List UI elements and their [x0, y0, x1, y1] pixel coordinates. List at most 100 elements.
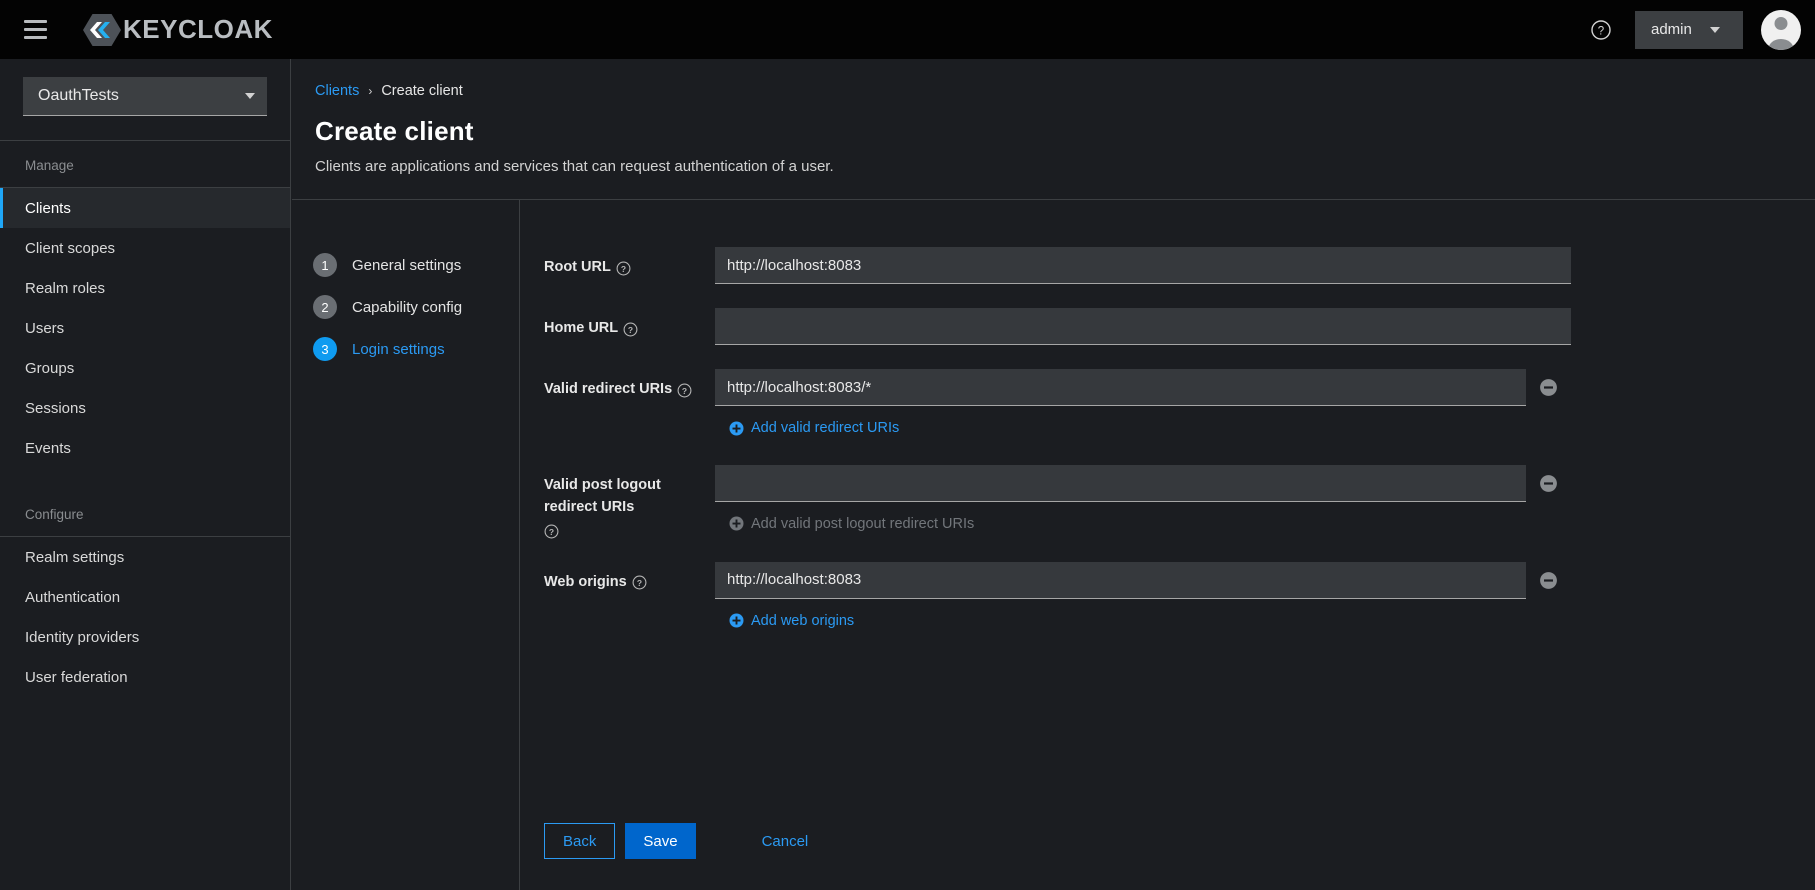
keycloak-logo-icon [83, 11, 121, 49]
wizard-step-login-settings[interactable]: 3 Login settings [292, 328, 519, 370]
step-number: 3 [313, 337, 337, 361]
add-valid-post-logout-redirect-uris-link[interactable]: Add valid post logout redirect URIs [729, 516, 974, 532]
field-line [715, 308, 1815, 345]
svg-text:?: ? [1598, 25, 1604, 37]
sidebar-item-label: Sessions [25, 399, 86, 417]
sidebar-item-identity-providers[interactable]: Identity providers [0, 617, 290, 657]
sidebar-item-label: Users [25, 319, 65, 337]
breadcrumb: Clients › Create client [315, 83, 1815, 99]
sidebar-item-events[interactable]: Events [0, 428, 290, 468]
step-label: Login settings [352, 340, 445, 358]
field-line [715, 369, 1815, 406]
page-header: Clients › Create client Create client Cl… [292, 59, 1815, 175]
plus-circle-icon [729, 613, 744, 628]
form-row-valid-redirect-uris: Valid redirect URIs ? http://localhost:8… [544, 369, 1815, 441]
main-content: Clients › Create client Create client Cl… [292, 59, 1815, 890]
user-menu-label: admin [1651, 21, 1692, 38]
svg-text:?: ? [628, 325, 633, 335]
sidebar-item-realm-settings[interactable]: Realm settings [0, 537, 290, 577]
realm-selector-wrapper: OauthTests [0, 59, 290, 116]
sidebar: OauthTests Manage Clients Client scopes … [0, 59, 291, 890]
sidebar-item-label: Client scopes [25, 239, 116, 257]
help-circle-icon[interactable]: ? [677, 383, 692, 398]
field-col: Add web origins [715, 561, 1815, 634]
form-label-valid-redirect-uris: Valid redirect URIs ? [544, 369, 715, 400]
global-nav-toggle-button[interactable] [12, 7, 58, 53]
web-origins-input[interactable] [715, 561, 1526, 599]
sidebar-item-authentication[interactable]: Authentication [0, 577, 290, 617]
step-label: General settings [352, 256, 462, 274]
minus-circle-icon[interactable] [1526, 562, 1570, 599]
sidebar-item-label: Identity providers [25, 628, 140, 646]
sidebar-group-title-configure: Configure [25, 507, 84, 522]
minus-circle-icon[interactable] [1526, 465, 1570, 502]
form-row-valid-post-logout-redirect-uris: Valid post logout redirect URIs ? Add va… [544, 464, 1815, 538]
realm-selector[interactable]: OauthTests [23, 77, 267, 116]
help-circle-icon[interactable]: ? [623, 322, 638, 337]
breadcrumb-current: Create client [381, 83, 463, 99]
brand-logo-link[interactable]: KEYCLOAK [83, 11, 273, 49]
add-link-label: Add web origins [751, 612, 855, 629]
form-row-home-url: Home URL ? [544, 308, 1815, 345]
valid-post-logout-redirect-uris-input[interactable] [715, 464, 1526, 502]
field-col: Add valid redirect URIs [715, 369, 1815, 441]
sidebar-item-label: Events [25, 439, 71, 457]
page-subtitle: Clients are applications and services th… [315, 158, 834, 175]
chevron-down-icon [245, 93, 255, 99]
svg-text:?: ? [682, 386, 687, 396]
back-button[interactable]: Back [544, 823, 616, 859]
field-line [715, 247, 1815, 284]
help-circle-icon[interactable]: ? [616, 261, 631, 276]
form-label-home-url: Home URL ? [544, 308, 715, 339]
breadcrumb-link-clients[interactable]: Clients [315, 83, 359, 99]
sidebar-group-title-manage: Manage [25, 158, 74, 173]
field-line [715, 561, 1815, 599]
wizard-step-general-settings[interactable]: 1 General settings [292, 244, 519, 286]
sidebar-item-label: Realm settings [25, 548, 125, 566]
help-circle-icon[interactable]: ? [632, 575, 647, 590]
minus-circle-icon[interactable] [1526, 369, 1570, 406]
valid-redirect-uris-input[interactable] [715, 369, 1526, 406]
sidebar-item-clients[interactable]: Clients [0, 188, 290, 228]
root-url-input[interactable] [715, 247, 1571, 284]
sidebar-item-groups[interactable]: Groups [0, 348, 290, 388]
save-button[interactable]: Save [625, 823, 696, 859]
label-text: Valid redirect URIs [544, 381, 673, 397]
help-circle-icon[interactable]: ? [544, 524, 559, 539]
add-link-label: Add valid post logout redirect URIs [751, 515, 975, 532]
label-text: Home URL [544, 320, 619, 336]
form-label-valid-post-logout-redirect-uris: Valid post logout redirect URIs ? [544, 465, 715, 538]
sidebar-item-user-federation[interactable]: User federation [0, 657, 290, 697]
help-circle-icon[interactable]: ? [1581, 10, 1621, 50]
sidebar-item-client-scopes[interactable]: Client scopes [0, 228, 290, 268]
page-title: Create client [315, 116, 474, 146]
sidebar-item-label: Clients [25, 199, 71, 217]
label-text: Valid post logout redirect URIs [544, 476, 661, 515]
field-col [715, 247, 1815, 284]
wizard-footer: Back Save Cancel [544, 823, 826, 859]
step-label: Capability config [352, 298, 463, 316]
sidebar-item-label: Authentication [25, 588, 121, 606]
user-menu-dropdown[interactable]: admin [1635, 10, 1743, 49]
sidebar-item-users[interactable]: Users [0, 308, 290, 348]
sidebar-group-configure: Configure Realm settings Authentication … [0, 490, 290, 697]
add-web-origins-link[interactable]: Add web origins [729, 613, 854, 629]
cancel-button[interactable]: Cancel [744, 823, 827, 859]
sidebar-item-sessions[interactable]: Sessions [0, 388, 290, 428]
hamburger-bar [23, 28, 47, 31]
wizard-step-capability-config[interactable]: 2 Capability config [292, 286, 519, 328]
sidebar-item-label: User federation [25, 668, 128, 686]
step-number: 1 [313, 253, 337, 277]
label-text: Root URL [544, 259, 611, 275]
avatar[interactable] [1761, 9, 1801, 50]
label-text: Web origins [544, 573, 627, 590]
plus-circle-icon [729, 421, 744, 436]
masthead: KEYCLOAK ? admin [0, 0, 1815, 59]
home-url-input[interactable] [715, 308, 1571, 345]
field-line [715, 464, 1815, 502]
chevron-down-icon [1709, 26, 1720, 33]
sidebar-item-realm-roles[interactable]: Realm roles [0, 268, 290, 308]
add-valid-redirect-uris-link[interactable]: Add valid redirect URIs [729, 420, 899, 436]
login-settings-form: Root URL ? Home URL [520, 200, 1815, 890]
